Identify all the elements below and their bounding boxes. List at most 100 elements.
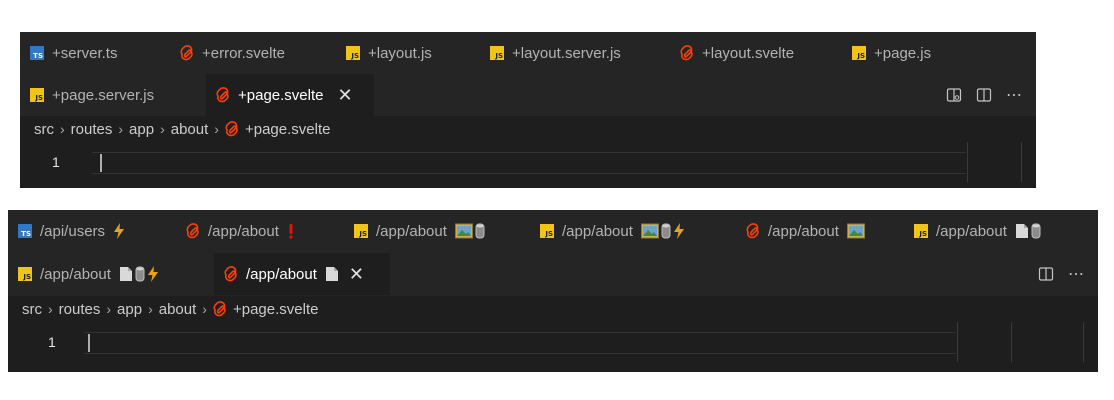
breadcrumb-item[interactable]: +page.svelte: [233, 301, 318, 318]
tab-label: /app/about: [562, 222, 633, 240]
tab-decorations: [287, 223, 295, 239]
javascript-file-icon: JS: [354, 224, 368, 238]
bolt-icon: [147, 266, 158, 282]
line-number: 1: [48, 334, 56, 350]
image-icon: [640, 223, 659, 239]
tab-decorations: [325, 266, 339, 282]
close-icon[interactable]: ✕: [337, 86, 352, 104]
editor-actions: ⋯: [946, 74, 1022, 116]
tab-label: /app/about: [936, 222, 1007, 240]
split-editor-icon[interactable]: [976, 87, 992, 103]
tab-label: /app/about: [246, 265, 317, 283]
text-cursor: [100, 154, 102, 172]
database-icon: [475, 223, 485, 239]
svelte-file-icon: [180, 45, 194, 61]
tab-layout-js[interactable]: JS +layout.js: [336, 32, 476, 74]
javascript-file-icon: JS: [18, 267, 32, 281]
breadcrumb-item[interactable]: routes: [71, 121, 113, 138]
image-icon: [454, 223, 473, 239]
tab-api-users[interactable]: TS /api/users: [8, 210, 170, 252]
tab-layout-server-js[interactable]: JS +layout.server.js: [480, 32, 666, 74]
tab-decorations: [1015, 223, 1041, 239]
breadcrumb-item[interactable]: routes: [59, 301, 101, 318]
minimap-border: [967, 142, 968, 182]
tab-app-about-js-page-bolt[interactable]: JS /app/about: [8, 253, 208, 295]
tab-app-about-js-image-bolt[interactable]: JS /app/about: [530, 210, 730, 252]
database-icon: [661, 223, 671, 239]
more-actions-icon[interactable]: ⋯: [1068, 264, 1084, 284]
more-actions-icon[interactable]: ⋯: [1006, 85, 1022, 105]
tab-app-about-svelte-error[interactable]: /app/about: [176, 210, 338, 252]
chevron-right-icon: ›: [106, 301, 112, 317]
breadcrumb-item[interactable]: app: [117, 301, 142, 318]
tab-label: +layout.server.js: [512, 44, 621, 62]
breadcrumb: src › routes › app › about › +page.svelt…: [20, 116, 1036, 142]
code-editor[interactable]: 1: [8, 322, 1098, 362]
database-icon: [1031, 223, 1041, 239]
text-cursor: [88, 334, 90, 352]
tab-decorations: [640, 223, 685, 239]
chevron-right-icon: ›: [60, 121, 65, 137]
javascript-file-icon: JS: [490, 46, 504, 60]
tab-page-js[interactable]: JS +page.js: [842, 32, 992, 74]
breadcrumb-item[interactable]: src: [34, 121, 54, 138]
svelte-file-icon: [224, 266, 238, 282]
breadcrumb-item[interactable]: app: [129, 121, 154, 138]
current-line-highlight: [84, 332, 956, 354]
javascript-file-icon: JS: [852, 46, 866, 60]
tab-label: +page.server.js: [52, 86, 155, 104]
breadcrumb-item[interactable]: +page.svelte: [245, 121, 330, 138]
tab-label: /app/about: [768, 222, 839, 240]
svelte-file-icon: [186, 223, 200, 239]
tab-page-svelte-active[interactable]: +page.svelte ✕: [206, 74, 374, 116]
line-number: 1: [52, 154, 60, 170]
close-icon[interactable]: ✕: [349, 265, 364, 283]
editor-actions: ⋯: [1038, 253, 1084, 295]
tab-layout-svelte[interactable]: +layout.svelte: [670, 32, 838, 74]
tab-decorations: [846, 223, 865, 239]
tab-bar: TS +server.ts +error.svelte JS +layout.j…: [20, 32, 1036, 116]
minimap-divider: [1011, 322, 1012, 362]
tab-decorations: [454, 223, 485, 239]
svelte-file-icon: [680, 45, 694, 61]
code-editor[interactable]: 1: [20, 142, 1036, 182]
tab-label: +layout.svelte: [702, 44, 795, 62]
tab-label: /app/about: [40, 265, 111, 283]
breadcrumb-item[interactable]: about: [159, 301, 197, 318]
tab-app-about-js-page[interactable]: JS /app/about: [904, 210, 1084, 252]
open-preview-icon[interactable]: [946, 87, 962, 103]
tab-label: /app/about: [208, 222, 279, 240]
scrollbar-border: [1083, 322, 1084, 362]
breadcrumb-item[interactable]: src: [22, 301, 42, 318]
svelte-file-icon: [746, 223, 760, 239]
tab-app-about-svelte-image[interactable]: /app/about: [736, 210, 898, 252]
tab-label: +error.svelte: [202, 44, 285, 62]
tab-server-ts[interactable]: TS +server.ts: [20, 32, 166, 74]
typescript-file-icon: TS: [30, 46, 44, 60]
exclamation-icon: [289, 224, 293, 239]
svelte-file-icon: [213, 301, 227, 317]
tab-error-svelte[interactable]: +error.svelte: [170, 32, 332, 74]
typescript-file-icon: TS: [18, 224, 32, 238]
database-icon: [135, 266, 145, 282]
minimap-border: [957, 322, 958, 362]
chevron-right-icon: ›: [48, 301, 53, 317]
split-editor-icon[interactable]: [1038, 266, 1054, 282]
svelte-file-icon: [216, 87, 230, 103]
tab-app-about-svelte-active[interactable]: /app/about ✕: [214, 253, 390, 295]
chevron-right-icon: ›: [118, 121, 124, 137]
javascript-file-icon: JS: [30, 88, 44, 102]
tab-app-about-js-image[interactable]: JS /app/about: [344, 210, 524, 252]
javascript-file-icon: JS: [540, 224, 554, 238]
editor-window-top: TS +server.ts +error.svelte JS +layout.j…: [20, 32, 1036, 188]
tab-decorations: [113, 223, 125, 239]
chevron-right-icon: ›: [160, 121, 165, 137]
chevron-right-icon: ›: [148, 301, 153, 317]
tab-page-server-js[interactable]: JS +page.server.js: [20, 74, 200, 116]
tab-label: +layout.js: [368, 44, 432, 62]
page-icon: [1015, 224, 1028, 238]
breadcrumb-item[interactable]: about: [171, 121, 209, 138]
tab-decorations: [119, 266, 159, 282]
svelte-file-icon: [225, 121, 239, 137]
tab-label: /api/users: [40, 222, 106, 240]
